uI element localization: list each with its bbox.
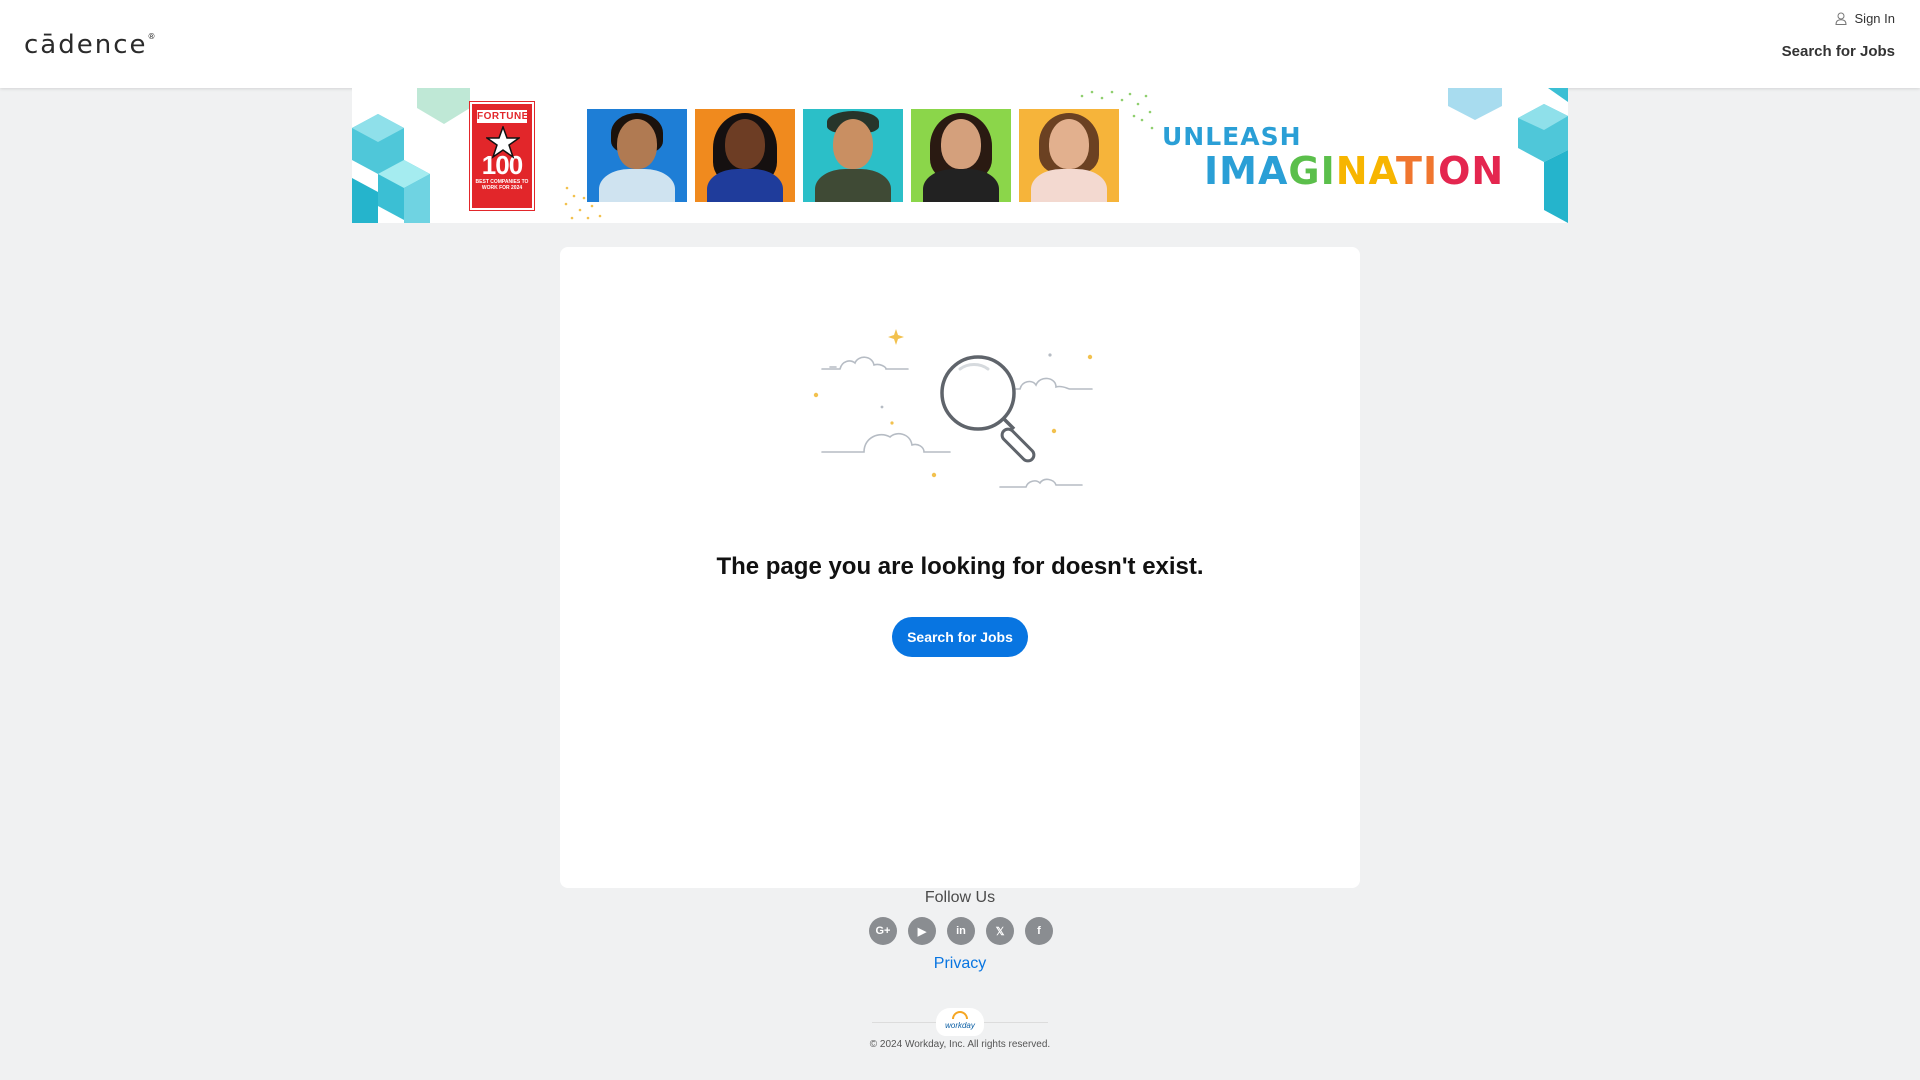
follow-us-label: Follow Us [924, 889, 996, 906]
x-icon[interactable]: 𝕏 [986, 917, 1014, 945]
top-header: cādence® Sign In Search for Jobs [0, 0, 1920, 88]
youtube-icon[interactable]: ▶ [908, 917, 936, 945]
search-for-jobs-button[interactable]: Search for Jobs [892, 617, 1028, 657]
employee-photo-2 [695, 109, 795, 202]
fortune-title: FORTUNE [477, 110, 529, 123]
hero-banner: FORTUNE 100 BEST COMPANIES TO WORK FOR 2… [352, 88, 1568, 223]
fortune-subtitle: BEST COMPANIES TO WORK FOR 2024 [475, 179, 529, 191]
header-search-jobs-link[interactable]: Search for Jobs [1782, 43, 1895, 60]
linkedin-icon[interactable]: in [947, 917, 975, 945]
employee-photo-1 [587, 109, 687, 202]
employee-photo-3 [803, 109, 903, 202]
sign-in-link[interactable]: Sign In [1835, 11, 1895, 26]
cadence-logo[interactable]: cādence® [24, 30, 156, 60]
user-icon [1835, 12, 1847, 25]
workday-logo: workday [936, 1008, 984, 1036]
logo-text: cādence [24, 30, 148, 60]
error-message: The page you are looking for doesn't exi… [716, 553, 1204, 580]
fortune-100-badge: FORTUNE 100 BEST COMPANIES TO WORK FOR 2… [469, 101, 535, 211]
banner-dots-decoration-right [1080, 90, 1154, 130]
error-card: The page you are looking for doesn't exi… [560, 247, 1360, 888]
banner-cube-decoration-right [1448, 88, 1568, 223]
banner-cube-decoration-left [352, 88, 470, 223]
star-icon [486, 126, 520, 159]
sign-in-label: Sign In [1854, 11, 1895, 26]
banner-headline-unleash: UNLEASH [1162, 122, 1302, 151]
google-plus-icon[interactable]: G+ [869, 917, 897, 945]
facebook-icon[interactable]: f [1025, 917, 1053, 945]
social-links: G+ ▶ in 𝕏 f [869, 917, 1053, 945]
magnifying-glass-illustration [813, 329, 1093, 488]
employee-photo-4 [911, 109, 1011, 202]
copyright-text: © 2024 Workday, Inc. All rights reserved… [869, 1039, 1051, 1050]
privacy-link[interactable]: Privacy [0, 955, 1920, 973]
